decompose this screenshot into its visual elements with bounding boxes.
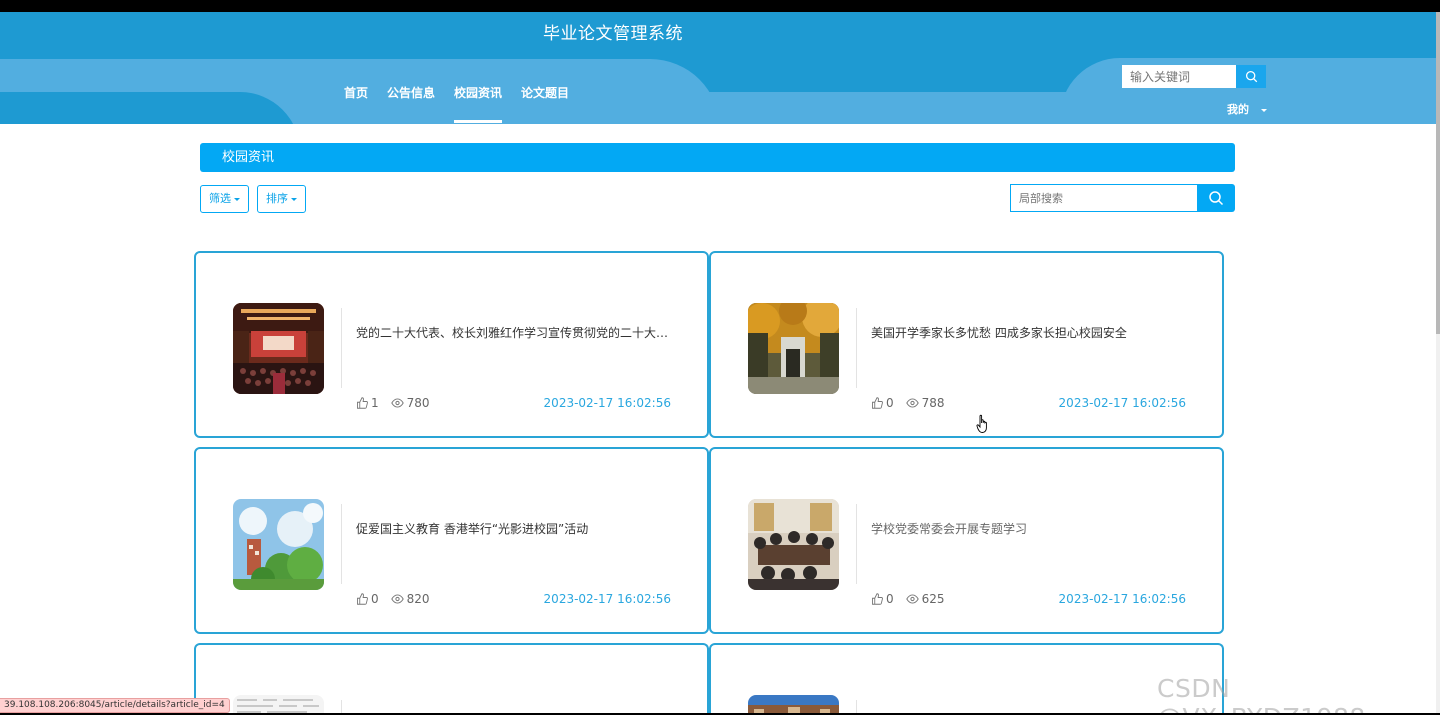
view-count: 780 bbox=[390, 396, 430, 410]
user-menu[interactable]: 我的 bbox=[1227, 101, 1267, 117]
building-photo bbox=[748, 695, 839, 715]
auditorium-photo bbox=[233, 303, 324, 394]
filter-label: 筛选 bbox=[209, 192, 231, 205]
card-divider bbox=[341, 504, 342, 584]
filter-dropdown[interactable]: 筛选 bbox=[200, 185, 249, 213]
article-stats: 0 625 bbox=[871, 592, 957, 606]
document-photo bbox=[233, 695, 324, 715]
article-card[interactable]: 学校党委常委会开展专题学习 0 625 2023-02-17 16:02:56 bbox=[709, 447, 1224, 634]
article-thumbnail[interactable] bbox=[233, 303, 324, 394]
user-menu-label: 我的 bbox=[1227, 103, 1249, 116]
view-count-value: 820 bbox=[406, 592, 430, 606]
article-stats: 1 780 bbox=[356, 396, 442, 410]
article-title[interactable]: 促爱国主义教育 香港举行“光影进校园”活动 bbox=[356, 520, 676, 537]
eye-icon bbox=[390, 398, 404, 408]
campus-gate-photo bbox=[748, 303, 839, 394]
scrollbar-thumb[interactable] bbox=[1436, 12, 1440, 334]
article-card[interactable] bbox=[709, 643, 1224, 715]
page: 毕业论文管理系统 首页 公告信息 校园资讯 论文题目 我的 校园资讯 筛选 排序 bbox=[0, 0, 1440, 715]
article-stats: 0 788 bbox=[871, 396, 957, 410]
thumbs-up-icon bbox=[872, 397, 883, 409]
hand-cursor-icon bbox=[976, 414, 987, 433]
local-search-input[interactable] bbox=[1010, 184, 1198, 212]
like-count: 0 bbox=[871, 396, 894, 410]
eye-icon bbox=[905, 398, 919, 408]
article-thumbnail[interactable] bbox=[748, 695, 839, 715]
article-title[interactable]: 党的二十大代表、校长刘雅红作学习宣传贯彻党的二十大精神 bbox=[356, 324, 676, 341]
article-card[interactable] bbox=[194, 643, 709, 715]
article-stats: 0 820 bbox=[356, 592, 442, 606]
caret-down-icon bbox=[291, 197, 297, 201]
like-count-value: 0 bbox=[886, 396, 894, 410]
view-count: 788 bbox=[905, 396, 945, 410]
nav-item-notices[interactable]: 公告信息 bbox=[387, 80, 435, 124]
article-date: 2023-02-17 16:02:56 bbox=[543, 396, 671, 410]
thumbs-up-icon bbox=[357, 397, 368, 409]
status-bar-url: 39.108.108.206:8045/article/details?arti… bbox=[0, 698, 230, 713]
main-nav: 首页 公告信息 校园资讯 论文题目 bbox=[344, 80, 588, 124]
eye-icon bbox=[905, 594, 919, 604]
view-count-value: 788 bbox=[921, 396, 945, 410]
nav-item-campus-news[interactable]: 校园资讯 bbox=[454, 80, 503, 124]
meeting-photo bbox=[748, 499, 839, 590]
card-divider bbox=[856, 308, 857, 388]
article-title[interactable]: 美国开学季家长多忧愁 四成多家长担心校园安全 bbox=[871, 324, 1191, 341]
view-count-value: 625 bbox=[921, 592, 945, 606]
window-top-edge bbox=[0, 0, 1440, 12]
view-count: 820 bbox=[390, 592, 430, 606]
card-divider bbox=[856, 504, 857, 584]
local-search-button[interactable] bbox=[1197, 184, 1235, 212]
article-date: 2023-02-17 16:02:56 bbox=[1058, 592, 1186, 606]
caret-down-icon bbox=[234, 197, 240, 201]
caret-down-icon bbox=[1261, 108, 1267, 112]
view-count: 625 bbox=[905, 592, 945, 606]
view-count-value: 780 bbox=[406, 396, 430, 410]
article-card[interactable]: 党的二十大代表、校长刘雅红作学习宣传贯彻党的二十大精神 1 780 2023-0… bbox=[194, 251, 709, 438]
article-thumbnail[interactable] bbox=[748, 303, 839, 394]
sort-label: 排序 bbox=[266, 192, 288, 205]
article-date: 2023-02-17 16:02:56 bbox=[543, 592, 671, 606]
top-search-input[interactable] bbox=[1122, 65, 1236, 88]
article-date: 2023-02-17 16:02:56 bbox=[1058, 396, 1186, 410]
article-card[interactable]: 美国开学季家长多忧愁 四成多家长担心校园安全 0 788 2023-02-17 … bbox=[709, 251, 1224, 438]
like-count-value: 0 bbox=[371, 592, 379, 606]
header-decoration-arc bbox=[0, 92, 300, 124]
search-icon bbox=[1245, 70, 1257, 83]
like-count-value: 1 bbox=[371, 396, 379, 410]
article-card[interactable]: 促爱国主义教育 香港举行“光影进校园”活动 0 820 2023-02-17 1… bbox=[194, 447, 709, 634]
like-count: 1 bbox=[356, 396, 379, 410]
article-title[interactable]: 学校党委常委会开展专题学习 bbox=[871, 520, 1191, 537]
nav-item-home[interactable]: 首页 bbox=[344, 80, 368, 124]
page-scrollbar[interactable] bbox=[1436, 12, 1440, 715]
article-thumbnail[interactable] bbox=[233, 499, 324, 590]
like-count: 0 bbox=[871, 592, 894, 606]
clocktower-photo bbox=[233, 499, 324, 590]
article-thumbnail[interactable] bbox=[233, 695, 324, 715]
article-thumbnail[interactable] bbox=[748, 499, 839, 590]
watermark: CSDN @VX_BYDZ1988 bbox=[1157, 674, 1365, 715]
nav-item-thesis-topics[interactable]: 论文题目 bbox=[521, 80, 569, 124]
site-title: 毕业论文管理系统 bbox=[543, 24, 683, 44]
like-count-value: 0 bbox=[886, 592, 894, 606]
sort-dropdown[interactable]: 排序 bbox=[257, 185, 306, 213]
eye-icon bbox=[390, 594, 404, 604]
search-icon bbox=[1209, 191, 1224, 206]
thumbs-up-icon bbox=[357, 593, 368, 605]
card-divider bbox=[341, 308, 342, 388]
like-count: 0 bbox=[356, 592, 379, 606]
section-title: 校园资讯 bbox=[200, 143, 1235, 172]
top-search-button[interactable] bbox=[1236, 65, 1266, 88]
thumbs-up-icon bbox=[872, 593, 883, 605]
